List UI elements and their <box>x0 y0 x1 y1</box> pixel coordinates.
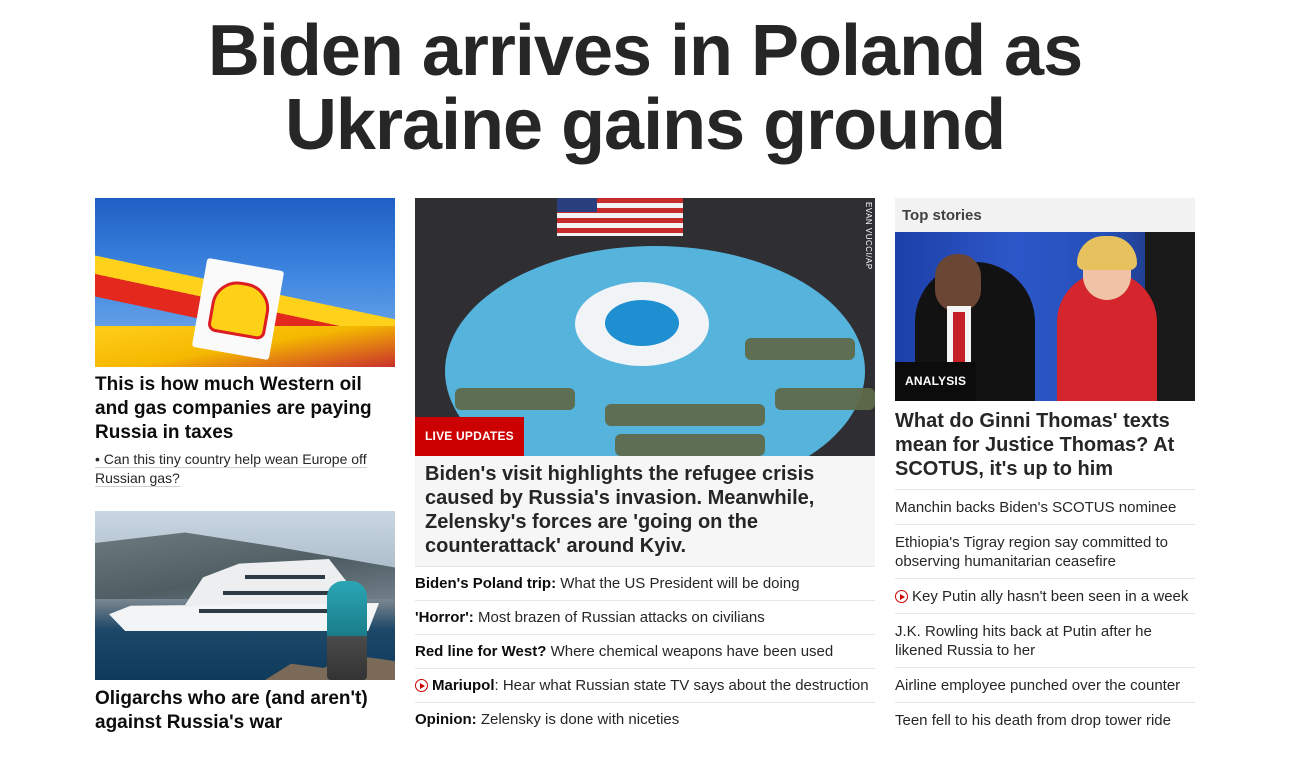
shell-station-image[interactable] <box>95 198 395 367</box>
top-stories-list: Manchin backs Biden's SCOTUS nominee Eth… <box>895 489 1195 737</box>
yacht-image[interactable] <box>95 511 395 680</box>
play-circle-icon <box>895 590 908 603</box>
link-text: Airline employee punched over the counte… <box>895 677 1181 694</box>
thomas-image[interactable]: ANALYSIS <box>895 232 1195 401</box>
link-text: : Hear what Russian state TV says about … <box>494 677 869 694</box>
photo-credit: EVAN VUCCI/AP <box>864 202 873 270</box>
list-item[interactable]: Key Putin ally hasn't been seen in a wee… <box>895 578 1195 613</box>
list-item[interactable]: Red line for West? Where chemical weapon… <box>415 634 875 668</box>
live-updates-badge: LIVE UPDATES <box>415 417 524 456</box>
link-bold-prefix: Biden's Poland trip: <box>415 575 557 592</box>
related-link-text: • Can this tiny country help wean Europe… <box>95 451 367 487</box>
link-text: Key Putin ally hasn't been seen in a wee… <box>912 588 1189 605</box>
related-link-gas[interactable]: • Can this tiny country help wean Europe… <box>95 450 395 488</box>
oil-taxes-headline[interactable]: This is how much Western oil and gas com… <box>95 373 395 445</box>
main-headline[interactable]: Biden arrives in Poland as Ukraine gains… <box>95 14 1195 162</box>
link-text: Most brazen of Russian attacks on civili… <box>473 609 765 626</box>
link-text: What the US President will be doing <box>556 575 800 592</box>
link-text: Ethiopia's Tigray region say committed t… <box>895 534 1168 570</box>
list-item[interactable]: 'Horror': Most brazen of Russian attacks… <box>415 600 875 634</box>
list-item[interactable]: Airline employee punched over the counte… <box>895 667 1195 702</box>
left-column: This is how much Western oil and gas com… <box>95 198 395 735</box>
link-bold-prefix: Mariupol <box>432 677 495 694</box>
ginni-thomas-headline[interactable]: What do Ginni Thomas' texts mean for Jus… <box>895 409 1195 481</box>
middle-links-list: Biden's Poland trip: What the US Preside… <box>415 566 875 736</box>
link-bold-prefix: Red line for West? <box>415 643 547 660</box>
biden-troops-image[interactable]: EVAN VUCCI/AP LIVE UPDATES <box>415 198 875 456</box>
right-column: Top stories ANALYSIS What do Ginni Thoma… <box>895 198 1195 737</box>
list-item[interactable]: J.K. Rowling hits back at Putin after he… <box>895 613 1195 667</box>
play-circle-icon <box>415 679 428 692</box>
list-item[interactable]: Opinion: Zelensky is done with niceties <box>415 702 875 736</box>
list-item[interactable]: Ethiopia's Tigray region say committed t… <box>895 524 1195 578</box>
list-item[interactable]: Biden's Poland trip: What the US Preside… <box>415 566 875 600</box>
list-item[interactable]: Manchin backs Biden's SCOTUS nominee <box>895 489 1195 524</box>
top-stories-heading: Top stories <box>895 198 1195 232</box>
analysis-badge: ANALYSIS <box>895 362 977 401</box>
link-text: Where chemical weapons have been used <box>546 643 834 660</box>
biden-visit-headline[interactable]: Biden's visit highlights the refugee cri… <box>425 462 865 558</box>
list-item[interactable]: Teen fell to his death from drop tower r… <box>895 702 1195 737</box>
link-text: Manchin backs Biden's SCOTUS nominee <box>895 499 1177 516</box>
link-text: Zelensky is done with niceties <box>476 711 680 728</box>
feature-story-box: Biden's visit highlights the refugee cri… <box>415 456 875 566</box>
link-text: J.K. Rowling hits back at Putin after he… <box>895 623 1152 659</box>
link-bold-prefix: Opinion: <box>415 711 477 728</box>
link-bold-prefix: 'Horror': <box>415 609 474 626</box>
link-text: Teen fell to his death from drop tower r… <box>895 712 1171 729</box>
list-item[interactable]: Mariupol: Hear what Russian state TV say… <box>415 668 875 702</box>
oligarchs-headline[interactable]: Oligarchs who are (and aren't) against R… <box>95 687 395 735</box>
middle-column: EVAN VUCCI/AP LIVE UPDATES Biden's visit… <box>415 198 875 736</box>
